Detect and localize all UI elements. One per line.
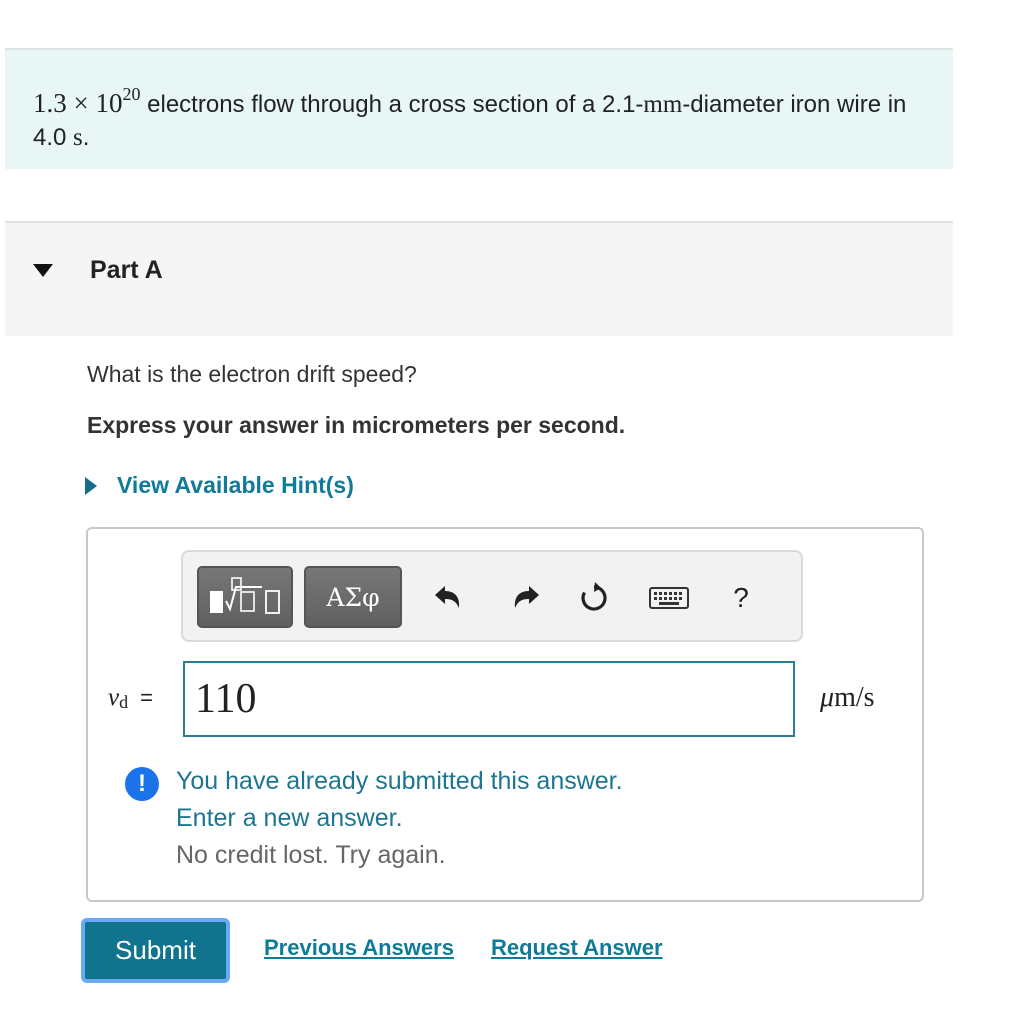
instruction-text: Express your answer in micrometers per s… (87, 412, 626, 438)
reset-button[interactable] (574, 578, 614, 618)
greek-symbols-button[interactable]: ΑΣφ (304, 566, 402, 628)
feedback-line-2: Enter a new answer. (176, 804, 403, 832)
view-hints-toggle[interactable]: View Available Hint(s) (85, 472, 354, 499)
math-toolbar: ΑΣφ ? (181, 550, 803, 642)
keyboard-icon (649, 587, 689, 609)
caret-right-icon (85, 476, 97, 495)
electron-count: 1.3 × 1020 (33, 84, 140, 118)
variable-subscript: d (119, 692, 129, 712)
equals-sign: = (140, 685, 153, 710)
reset-icon (581, 582, 607, 611)
previous-answers-link[interactable]: Previous Answers (264, 935, 454, 961)
variable-label: vd = (108, 684, 153, 712)
electron-count-exponent: 20 (122, 84, 141, 104)
info-icon: ! (125, 767, 159, 801)
templates-icon (210, 577, 280, 614)
part-title: Part A (90, 256, 163, 284)
undo-icon (435, 586, 460, 608)
problem-text-period: . (82, 124, 90, 151)
feedback-line-3: No credit lost. Try again. (176, 841, 446, 869)
variable-symbol: v (108, 684, 120, 711)
electron-count-base: 1.3 × 10 (33, 88, 123, 118)
keyboard-button[interactable] (649, 578, 689, 618)
answer-input[interactable] (183, 661, 795, 737)
unit-mu: μ (820, 682, 835, 713)
part-a-header[interactable]: Part A (5, 221, 953, 336)
unit-s: s (73, 124, 83, 151)
undo-button[interactable] (428, 578, 468, 618)
redo-icon (514, 586, 539, 608)
answer-unit: μm/s (820, 682, 875, 714)
feedback-line-1: You have already submitted this answer. (176, 767, 623, 795)
redo-button[interactable] (506, 578, 546, 618)
unit-mm: mm (643, 91, 683, 118)
unit-rest: m/s (834, 682, 875, 713)
view-hints-link[interactable]: View Available Hint(s) (117, 472, 354, 499)
caret-down-icon[interactable] (33, 264, 53, 277)
problem-text-part-1: electrons flow through a cross section o… (140, 91, 644, 118)
answer-box: ΑΣφ ? vd = 110 μm/s ! You have already s… (86, 527, 924, 902)
request-answer-link[interactable]: Request Answer (491, 935, 663, 961)
problem-statement: 1.3 × 1020 electrons flow through a cros… (5, 48, 953, 169)
help-icon[interactable]: ? (721, 578, 761, 618)
submit-button[interactable]: Submit (81, 918, 230, 983)
question-text: What is the electron drift speed? (87, 361, 417, 387)
problem-text: 1.3 × 1020 electrons flow through a cros… (33, 80, 943, 154)
templates-button[interactable] (197, 566, 293, 628)
